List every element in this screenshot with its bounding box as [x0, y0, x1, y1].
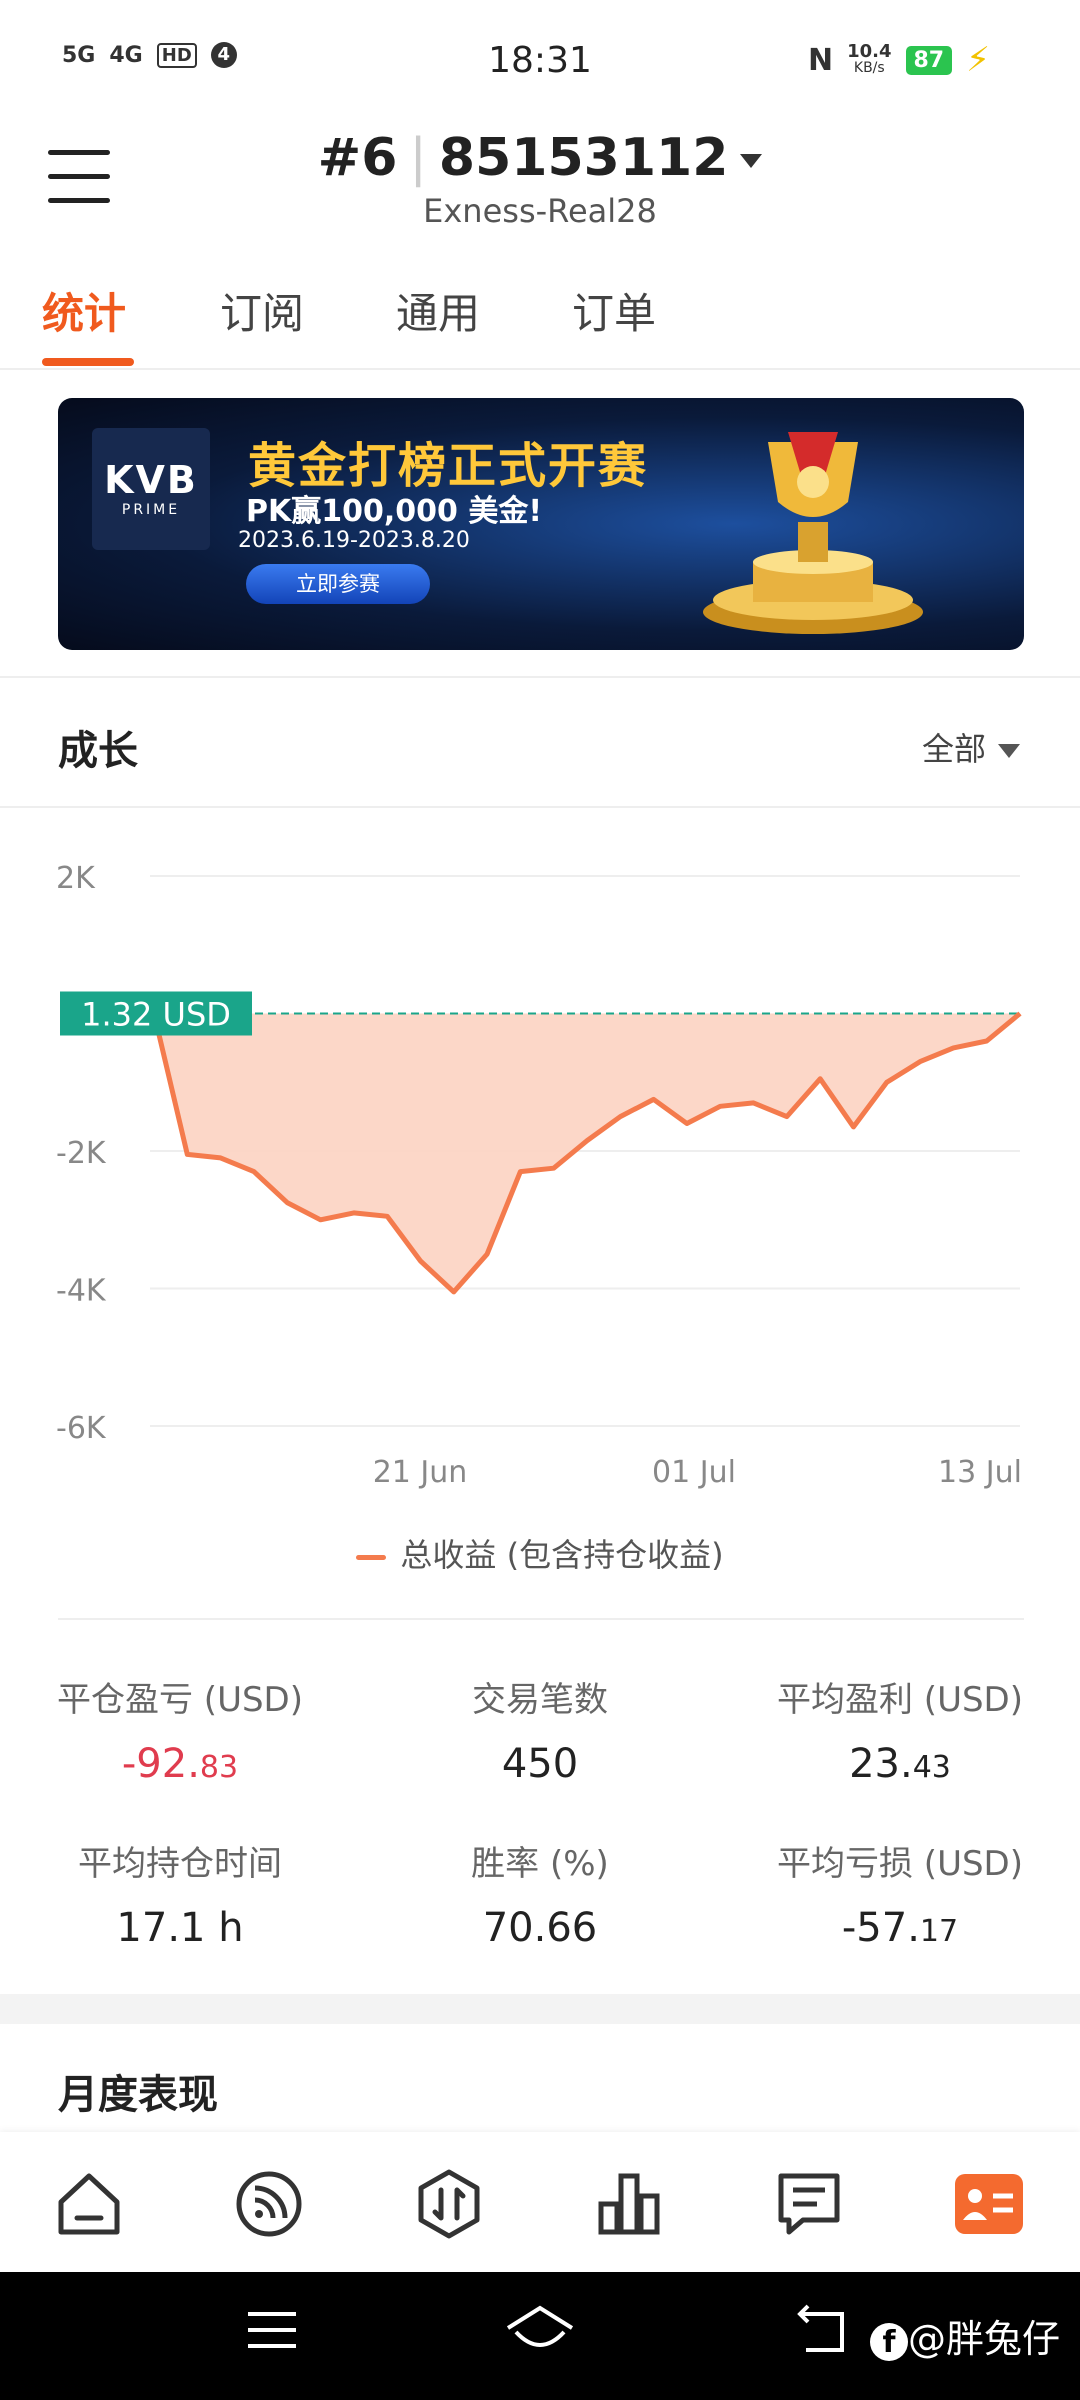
- profile-icon[interactable]: [953, 2168, 1025, 2240]
- watermark-text: @胖兔仔: [907, 2317, 1060, 2361]
- growth-filter[interactable]: 全部: [922, 724, 1020, 770]
- legend-label: 总收益 (包含持仓收益): [400, 1536, 724, 1574]
- nfc-icon: N: [807, 42, 834, 78]
- x-tick-label: 21 Jun: [373, 1455, 468, 1490]
- tab-bar: 统计 订阅 通用 订单: [0, 280, 1080, 370]
- stat-label: 胜率 (%): [471, 1844, 609, 1884]
- divider: [0, 806, 1080, 808]
- home-nav-icon[interactable]: [504, 2302, 576, 2358]
- speed-unit: KB/s: [853, 60, 885, 76]
- status-bar: 5G 4G HD 4 18:31 N 10.4 KB/s 87 ⚡: [0, 0, 1080, 120]
- chart-icon[interactable]: [593, 2168, 665, 2240]
- stat-value-dec: 83: [199, 1750, 239, 1785]
- series-area: [154, 1013, 1020, 1292]
- stat-value: -92.83: [0, 1741, 360, 1787]
- stat-item: 平仓盈亏 (USD) -92.83: [0, 1672, 360, 1787]
- back-icon[interactable]: [794, 2302, 850, 2358]
- stat-value-int: -92.: [121, 1741, 200, 1787]
- stat-value: -57.17: [720, 1905, 1080, 1951]
- logo-main: KVB: [104, 458, 198, 502]
- stat-item: 平均盈利 (USD) 23.43: [720, 1672, 1080, 1787]
- account-title: #6 | 85153112: [0, 128, 1080, 188]
- stat-value: 70.66: [360, 1905, 720, 1951]
- tab-statistics[interactable]: 统计: [42, 280, 126, 341]
- bottom-nav: [0, 2132, 1080, 2272]
- monthly-title: 月度表现: [58, 2072, 218, 2118]
- promo-banner[interactable]: KVB PRIME 黄金打榜正式开赛 PK赢100,000 美金! 2023.6…: [58, 398, 1024, 650]
- tab-subscribe[interactable]: 订阅: [220, 280, 304, 341]
- current-value-label: 1.32 USD: [81, 996, 231, 1034]
- trophy-icon: [703, 432, 923, 634]
- y-tick-label: -2K: [56, 1136, 107, 1171]
- stat-item: 平均持仓时间 17.1 h: [0, 1836, 360, 1951]
- server-name: Exness-Real28: [423, 192, 657, 230]
- tab-general[interactable]: 通用: [396, 280, 480, 341]
- growth-chart[interactable]: 2K -2K -4K -6K 21 Jun 01 Jul 13 Jul 1.32 USD: [0, 820, 1080, 1540]
- stat-value-int: 17.1 h: [116, 1905, 244, 1951]
- tab-orders[interactable]: 订单: [572, 280, 656, 341]
- x-tick-label: 01 Jul: [652, 1455, 736, 1490]
- stat-value: 450: [360, 1741, 720, 1787]
- banner-subtitle: PK赢100,000 美金!: [246, 494, 543, 529]
- watermark: f @胖兔仔: [869, 2308, 1060, 2363]
- stat-value-dec: 17: [919, 1914, 959, 1949]
- join-button[interactable]: 立即参赛: [246, 564, 430, 604]
- account-number: 85153112: [438, 128, 729, 188]
- active-tab-indicator: [42, 358, 134, 366]
- growth-title: 成长: [58, 728, 138, 774]
- x-tick-label: 13 Jul: [938, 1455, 1022, 1490]
- logo-sub: PRIME: [121, 502, 181, 518]
- chart-legend: 总收益 (包含持仓收益): [0, 1530, 1080, 1576]
- account-selector[interactable]: #6 | 85153112 Exness-Real28: [0, 128, 1080, 230]
- stat-label: 平均盈利 (USD): [777, 1680, 1023, 1720]
- charging-icon: ⚡: [966, 40, 990, 80]
- stat-value-int: 70.66: [482, 1905, 598, 1951]
- chevron-down-icon: [740, 154, 763, 168]
- y-tick-label: 2K: [56, 861, 96, 896]
- chevron-down-icon: [998, 744, 1020, 758]
- battery-indicator: 87: [905, 45, 953, 75]
- stat-label: 平仓盈亏 (USD): [57, 1680, 303, 1720]
- system-nav-bar: f @胖兔仔: [0, 2272, 1080, 2400]
- banner-dates: 2023.6.19-2023.8.20: [238, 528, 470, 553]
- stat-label: 平均持仓时间: [78, 1844, 282, 1884]
- divider: [0, 676, 1080, 678]
- y-tick-label: -4K: [56, 1274, 107, 1309]
- stat-value-dec: 43: [912, 1750, 951, 1785]
- recents-icon[interactable]: [244, 2302, 300, 2358]
- stat-item: 胜率 (%) 70.66: [360, 1836, 720, 1951]
- trade-icon[interactable]: [413, 2168, 485, 2240]
- kvb-logo: KVB PRIME: [92, 428, 210, 550]
- stat-item: 交易笔数 450: [360, 1672, 720, 1787]
- facebook-icon: f: [869, 2322, 908, 2361]
- stat-label: 平均亏损 (USD): [777, 1844, 1023, 1884]
- stat-label: 交易笔数: [472, 1680, 608, 1720]
- stat-value-int: 450: [501, 1741, 579, 1787]
- feed-icon[interactable]: [233, 2168, 305, 2240]
- y-tick-label: -6K: [56, 1411, 107, 1446]
- status-right: N 10.4 KB/s 87 ⚡: [808, 40, 990, 80]
- filter-label: 全部: [921, 730, 986, 768]
- stat-value: 17.1 h: [0, 1905, 360, 1951]
- stat-item: 平均亏损 (USD) -57.17: [720, 1836, 1080, 1951]
- home-icon[interactable]: [53, 2168, 125, 2240]
- stat-value-int: 23.: [849, 1741, 913, 1787]
- message-icon[interactable]: [773, 2168, 845, 2240]
- speed-value: 10.4: [847, 41, 892, 62]
- account-index: #6: [317, 128, 398, 188]
- network-speed: 10.4 KB/s: [847, 41, 892, 77]
- divider: [58, 1618, 1024, 1620]
- stat-value-int: -57.: [841, 1905, 920, 1951]
- legend-swatch: [356, 1554, 387, 1560]
- section-separator: [0, 1994, 1080, 2024]
- stat-value: 23.43: [720, 1741, 1080, 1787]
